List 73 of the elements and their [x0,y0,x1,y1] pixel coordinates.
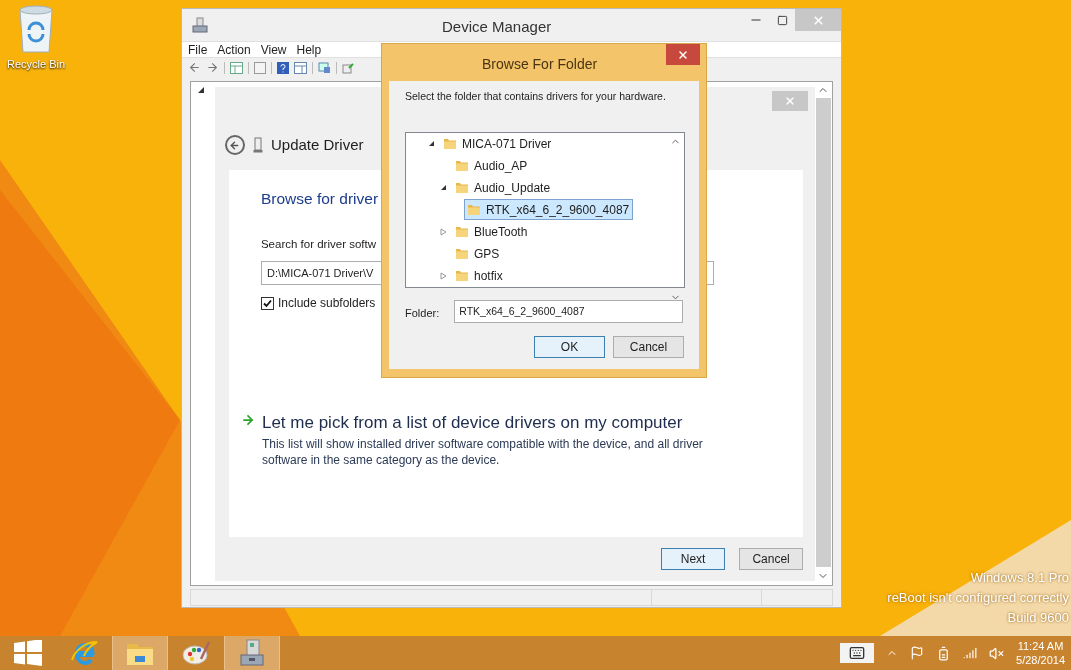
folder-icon [455,181,469,195]
keyboard-button[interactable] [840,643,875,663]
folder-field[interactable]: RTK_x64_6_2_9600_4087 [454,299,684,323]
system-watermark-text: Build 9600 [1007,609,1069,627]
tree-item[interactable]: hotfix [452,265,507,287]
grid-icon[interactable] [230,61,243,74]
dialog-button[interactable]: Cancel [739,547,804,570]
collapsed-arrow-icon[interactable] [440,271,447,280]
forward-icon[interactable] [206,61,219,74]
maximize-icon [776,14,788,26]
folder-icon [455,269,469,283]
arrow-right-icon [240,413,255,427]
dialog-instruction: Select the folder that contains drivers for your hardware. [405,89,667,104]
dialog-title: Browse For Folder [482,55,598,74]
recycle-bin-icon[interactable] [16,4,56,54]
flag-icon[interactable] [910,646,925,660]
checkbox-label[interactable]: Include subfolders [277,294,376,312]
scrollbar-thumb[interactable] [815,98,831,567]
wizard-heading: Browse for driver [260,188,379,209]
expanded-arrow-icon[interactable] [440,184,447,192]
pick-driver-link[interactable]: Let me pick from a list of device drivers on my computer [261,410,732,436]
keyboard-icon [849,645,866,661]
pick-driver-description: This list will show installed driver software compatible with the device, and all driver software in the same category as the device. [261,435,704,468]
search-label: Search for driver softw [260,236,376,252]
scan-icon[interactable] [318,61,331,74]
wizard-title: Update Driver [270,135,364,155]
close-icon [784,95,797,107]
menu-item[interactable]: File [188,40,208,59]
tree-item[interactable]: GPS [452,243,504,265]
dialog-button[interactable]: Next [661,547,726,570]
signal-icon[interactable] [963,646,978,660]
close-icon [811,13,825,27]
folder-icon [455,159,469,173]
tree-item[interactable]: Audio_Update [452,177,555,199]
menu-item[interactable]: Action [217,40,251,59]
taskbar-app[interactable] [224,636,280,670]
computer-icon [192,17,208,33]
folder-label: Folder: [405,306,440,321]
tree-item[interactable]: MICA-071 Driver [440,133,556,155]
folder-icon [455,225,469,239]
windows-start-icon[interactable] [14,640,42,666]
back-button[interactable] [224,135,245,156]
window-title: Device Manager [442,17,552,37]
volume-muted-icon[interactable] [989,645,1005,661]
update-icon[interactable] [342,61,354,74]
back-icon[interactable] [188,61,201,74]
taskbar-app[interactable] [112,636,168,670]
close-button[interactable] [666,44,700,65]
tree-item[interactable]: RTK_x64_6_2_9600_4087 [464,199,634,221]
help-icon[interactable] [277,61,289,74]
folder-icon [455,247,469,261]
menu-item[interactable]: Help [296,40,322,59]
expanded-arrow-icon[interactable] [428,140,435,148]
menu-item[interactable]: View [260,40,287,59]
tree-item[interactable]: BlueTooth [452,221,532,243]
computer-tools-icon [237,638,267,668]
checkbox[interactable] [260,296,274,310]
back-arrow-icon [229,139,241,151]
close-icon [677,48,689,61]
sheet-icon[interactable] [254,61,266,74]
paint-palette-icon [181,639,211,667]
grid-icon[interactable] [294,61,307,74]
system-watermark-text: Windows 8.1 Pro [970,569,1069,587]
close-button[interactable] [772,91,809,111]
browser-e-icon [69,638,99,668]
tree-item[interactable]: Audio_AP [452,155,532,177]
device-icon [252,137,263,154]
dialog-button[interactable]: Cancel [613,335,684,358]
folder-icon [443,137,457,151]
dialog-button[interactable]: OK [534,335,605,358]
folder-icon [467,203,481,217]
expanded-arrow-icon[interactable] [198,87,204,93]
collapsed-arrow-icon[interactable] [440,227,447,236]
